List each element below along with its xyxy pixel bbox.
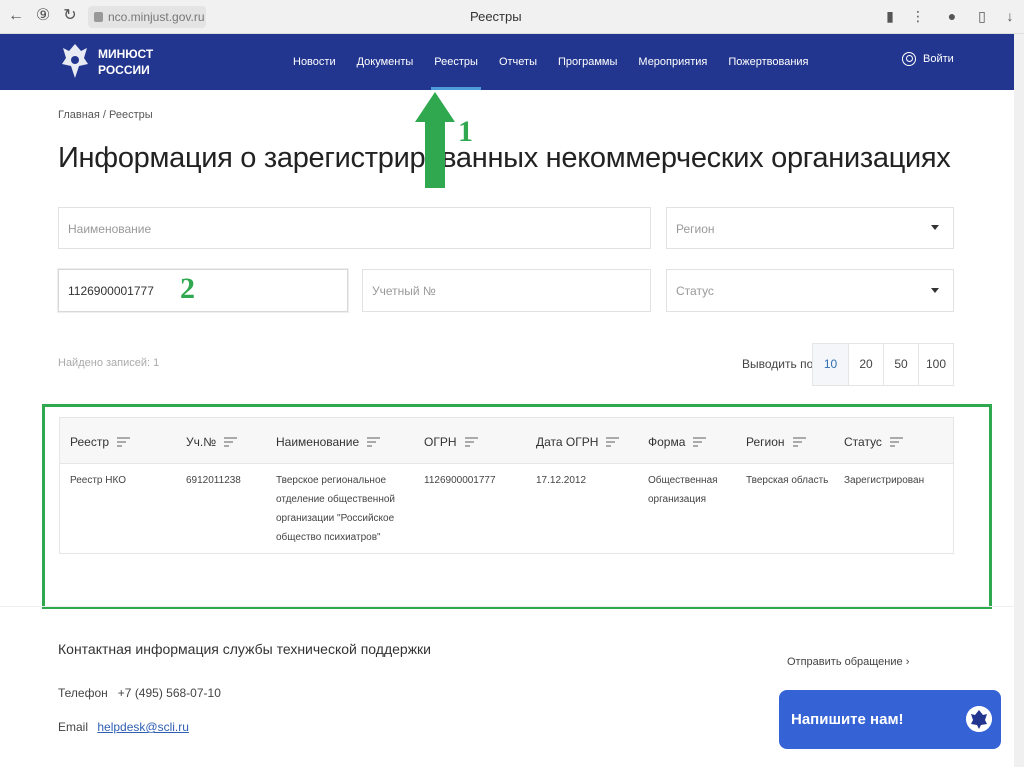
lock-icon — [94, 12, 103, 22]
ministry-emblem-icon — [966, 706, 992, 732]
account-number-input[interactable]: Учетный № — [362, 269, 651, 312]
status-select[interactable]: Статус — [666, 269, 954, 312]
login-button[interactable]: Войти — [902, 52, 954, 66]
login-label: Войти — [923, 53, 954, 65]
site-header: МИНЮСТ РОССИИ Новости Документы Реестры … — [0, 34, 1014, 90]
chat-button-label: Напишите нам! — [791, 711, 904, 728]
chevron-down-icon — [931, 225, 939, 230]
menu-item-donations[interactable]: Пожертвования — [728, 34, 808, 90]
highlight-box — [42, 404, 992, 609]
breadcrumb[interactable]: Главная / Реестры — [58, 109, 153, 121]
browser-toolbar: ← ⑨ ↻ nco.minjust.gov.ru Реестры ▮ ⋮ ● ▯… — [0, 0, 1024, 34]
reload-icon[interactable]: ↻ — [60, 6, 80, 26]
page-title: Информация о зарегистрированных некоммер… — [58, 142, 951, 174]
email-label: Email — [58, 720, 89, 734]
support-email: Email helpdesk@scli.ru — [58, 720, 189, 734]
annotation-step-1: 1 — [458, 115, 473, 148]
browser-tab-title: Реестры — [470, 9, 522, 24]
send-request-label: Отправить обращение — [787, 656, 903, 668]
logo-line2: РОССИИ — [98, 63, 150, 77]
per-page-10[interactable]: 10 — [813, 344, 848, 385]
logo-line1: МИНЮСТ — [98, 47, 154, 61]
menu-item-registries[interactable]: Реестры — [431, 34, 481, 90]
reader-icon[interactable]: ▯ — [972, 6, 992, 26]
annotation-step-2: 2 — [180, 272, 195, 305]
per-page-20[interactable]: 20 — [848, 344, 883, 385]
chevron-down-icon — [931, 287, 939, 293]
main-menu: Новости Документы Реестры Отчеты Програм… — [293, 34, 830, 90]
name-search-input[interactable]: Наименование — [58, 207, 651, 249]
status-placeholder: Статус — [676, 284, 714, 298]
email-link[interactable]: helpdesk@scli.ru — [97, 720, 189, 734]
ministry-emblem-icon[interactable] — [60, 42, 90, 80]
chevron-right-icon: › — [905, 656, 910, 668]
address-text: nco.minjust.gov.ru — [108, 10, 205, 24]
phone-number: +7 (495) 568-07-10 — [117, 686, 221, 700]
annotation-arrow-icon — [415, 92, 455, 188]
bookmark-icon[interactable]: ▮ — [880, 6, 900, 26]
send-request-link[interactable]: Отправить обращение › — [787, 656, 909, 668]
menu-item-programs[interactable]: Программы — [558, 34, 617, 90]
phone-label: Телефон — [58, 686, 108, 700]
yandex-icon[interactable]: ⑨ — [33, 6, 53, 26]
extension-icon[interactable]: ● — [942, 6, 962, 26]
per-page-50[interactable]: 50 — [883, 344, 918, 385]
per-page-label: Выводить по — [742, 357, 814, 371]
back-icon[interactable]: ← — [6, 6, 26, 26]
page-scrollbar[interactable] — [1014, 34, 1024, 767]
support-phone: Телефон +7 (495) 568-07-10 — [58, 686, 221, 700]
menu-item-reports[interactable]: Отчеты — [499, 34, 537, 90]
region-placeholder: Регион — [676, 222, 715, 236]
records-found: Найдено записей: 1 — [58, 357, 160, 369]
logo-text[interactable]: МИНЮСТ РОССИИ — [98, 46, 153, 78]
address-bar[interactable]: nco.minjust.gov.ru — [88, 6, 206, 28]
more-icon[interactable]: ⋮ — [908, 6, 928, 26]
chat-button[interactable]: Напишите нам! — [779, 690, 1001, 749]
ogrn-input[interactable]: 1126900001777 — [58, 269, 348, 312]
user-icon — [902, 52, 916, 66]
support-title: Контактная информация службы технической… — [58, 641, 432, 657]
per-page-100[interactable]: 100 — [918, 344, 953, 385]
menu-item-news[interactable]: Новости — [293, 34, 336, 90]
menu-item-events[interactable]: Мероприятия — [638, 34, 707, 90]
region-select[interactable]: Регион — [666, 207, 954, 249]
menu-item-documents[interactable]: Документы — [357, 34, 414, 90]
footer-divider — [0, 606, 1014, 607]
download-icon[interactable]: ↓ — [1000, 6, 1020, 26]
per-page-selector: 10 20 50 100 — [812, 343, 954, 386]
